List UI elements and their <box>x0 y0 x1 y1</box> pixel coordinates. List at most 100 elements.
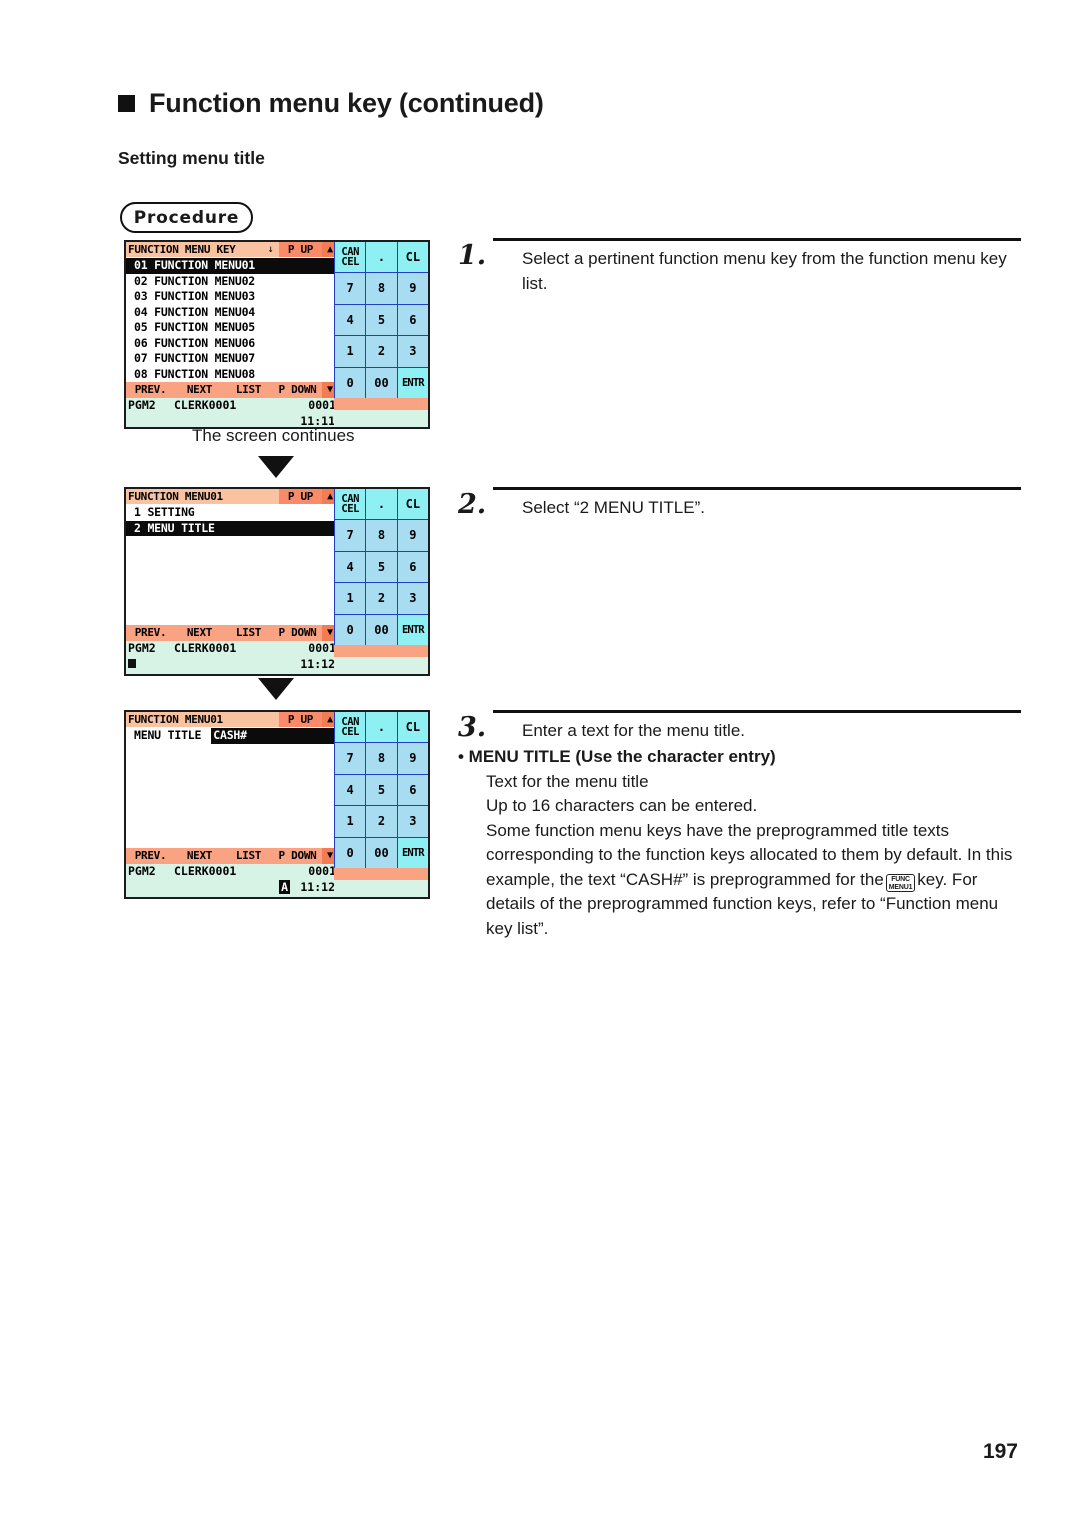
page-title-text: Function menu key (continued) <box>149 88 544 118</box>
enter-key[interactable]: ENTR <box>397 367 428 398</box>
key-9[interactable]: 9 <box>397 743 428 774</box>
menu-title-input[interactable]: CASH# <box>211 728 350 744</box>
page-down-softkey[interactable]: P DOWN <box>273 848 322 864</box>
key-6[interactable]: 6 <box>397 551 428 582</box>
list-softkey[interactable]: LIST <box>224 848 273 864</box>
page-down-softkey[interactable]: P DOWN <box>273 625 322 641</box>
menu-title-field-row[interactable]: MENU TITLE CASH# <box>126 728 350 744</box>
lcd-title: FUNCTION MENU01 <box>128 713 223 726</box>
key-00[interactable]: 00 <box>366 837 397 868</box>
page-up-softkey[interactable]: P UP <box>279 712 322 727</box>
list-item[interactable]: 03 FUNCTION MENU03 <box>126 289 338 305</box>
next-softkey[interactable]: NEXT <box>175 848 224 864</box>
key-5[interactable]: 5 <box>366 551 397 582</box>
step-rule <box>493 710 1021 713</box>
list-item[interactable]: 04 FUNCTION MENU04 <box>126 305 338 321</box>
step-number: 2. <box>458 489 487 520</box>
key-1[interactable]: 1 <box>335 806 366 837</box>
list-item[interactable]: 01 FUNCTION MENU01 <box>126 258 338 274</box>
flow-arrow-down-icon <box>258 678 294 700</box>
cancel-key[interactable]: CAN CEL <box>335 489 366 519</box>
list-item[interactable]: 1 SETTING <box>126 505 338 521</box>
step-number: 1. <box>458 240 487 271</box>
keypad-filler <box>334 398 428 410</box>
key-2[interactable]: 2 <box>366 336 397 367</box>
next-softkey[interactable]: NEXT <box>175 382 224 398</box>
lcd-title-bar: FUNCTION MENU KEY ↓ P UP ▲ <box>126 242 338 257</box>
status-mode: PGM2 <box>128 641 156 655</box>
key-3[interactable]: 3 <box>397 336 428 367</box>
key-8[interactable]: 8 <box>366 273 397 304</box>
cancel-key[interactable]: CAN CEL <box>335 712 366 742</box>
clear-key[interactable]: CL <box>397 712 428 742</box>
key-9[interactable]: 9 <box>397 520 428 551</box>
list-softkey[interactable]: LIST <box>224 625 273 641</box>
list-item[interactable]: 02 FUNCTION MENU02 <box>126 274 338 290</box>
lcd-title: FUNCTION MENU KEY <box>128 243 236 256</box>
key-1[interactable]: 1 <box>335 336 366 367</box>
lcd-screenshot-function-menu01-options: FUNCTION MENU01 P UP ▲ 1 SETTING 2 MENU … <box>124 487 430 676</box>
list-softkey[interactable]: LIST <box>224 382 273 398</box>
menu-title-note-heading: • MENU TITLE (Use the character entry) <box>458 747 776 766</box>
key-3[interactable]: 3 <box>397 806 428 837</box>
list-item[interactable]: 07 FUNCTION MENU07 <box>126 351 338 367</box>
key-5[interactable]: 5 <box>366 304 397 335</box>
clear-key[interactable]: CL <box>397 242 428 272</box>
key-0[interactable]: 0 <box>335 367 366 398</box>
lcd-display-area: FUNCTION MENU01 P UP ▲ 1 SETTING 2 MENU … <box>126 489 338 674</box>
list-item[interactable]: 06 FUNCTION MENU06 <box>126 336 338 352</box>
decimal-point-key[interactable]: . <box>366 712 397 742</box>
key-2[interactable]: 2 <box>366 806 397 837</box>
list-item[interactable]: 2 MENU TITLE <box>126 520 338 536</box>
key-6[interactable]: 6 <box>397 304 428 335</box>
key-8[interactable]: 8 <box>366 520 397 551</box>
page-down-softkey[interactable]: P DOWN <box>273 382 322 398</box>
cancel-key[interactable]: CAN CEL <box>335 242 366 272</box>
key-7[interactable]: 7 <box>335 273 366 304</box>
status-alpha-flag: A <box>279 880 290 894</box>
list-item[interactable]: 05 FUNCTION MENU05 <box>126 320 338 336</box>
list-item[interactable]: 08 FUNCTION MENU08 <box>126 367 338 383</box>
prev-softkey[interactable]: PREV. <box>126 382 175 398</box>
square-bullet-icon <box>118 95 135 112</box>
key-2[interactable]: 2 <box>366 583 397 614</box>
decimal-point-key[interactable]: . <box>366 489 397 519</box>
key-6[interactable]: 6 <box>397 774 428 805</box>
prev-softkey[interactable]: PREV. <box>126 848 175 864</box>
clear-key[interactable]: CL <box>397 489 428 519</box>
key-5[interactable]: 5 <box>366 774 397 805</box>
screen-continues-note: The screen continues <box>192 426 355 445</box>
key-7[interactable]: 7 <box>335 520 366 551</box>
lcd-list: 01 FUNCTION MENU01 02 FUNCTION MENU02 03… <box>126 257 338 382</box>
key-9[interactable]: 9 <box>397 273 428 304</box>
step-number: 3. <box>458 712 487 743</box>
status-mode: PGM2 <box>128 864 156 878</box>
key-00[interactable]: 00 <box>366 367 397 398</box>
key-4[interactable]: 4 <box>335 774 366 805</box>
key-00[interactable]: 00 <box>366 614 397 645</box>
lcd-status-bar: PGM2 CLERK0001 0001 11:11 <box>126 398 338 427</box>
numeric-keypad: CAN CEL . CL 7 8 9 4 5 6 1 2 3 0 00 ENTR <box>334 242 428 398</box>
numeric-keypad: CAN CEL . CL 7 8 9 4 5 6 1 2 3 0 00 ENTR <box>334 489 428 645</box>
prev-softkey[interactable]: PREV. <box>126 625 175 641</box>
key-0[interactable]: 0 <box>335 837 366 868</box>
arrow-down-icon[interactable]: ↓ <box>262 242 279 257</box>
decimal-point-key[interactable]: . <box>366 242 397 272</box>
page-up-softkey[interactable]: P UP <box>279 242 322 257</box>
key-4[interactable]: 4 <box>335 551 366 582</box>
lcd-display-area: FUNCTION MENU KEY ↓ P UP ▲ 01 FUNCTION M… <box>126 242 338 427</box>
enter-key[interactable]: ENTR <box>397 837 428 868</box>
menu-title-note-line1: Text for the menu title <box>486 771 649 791</box>
key-3[interactable]: 3 <box>397 583 428 614</box>
key-0[interactable]: 0 <box>335 614 366 645</box>
key-1[interactable]: 1 <box>335 583 366 614</box>
key-8[interactable]: 8 <box>366 743 397 774</box>
key-4[interactable]: 4 <box>335 304 366 335</box>
page-up-softkey[interactable]: P UP <box>279 489 322 504</box>
key-7[interactable]: 7 <box>335 743 366 774</box>
enter-key[interactable]: ENTR <box>397 614 428 645</box>
status-clerk: CLERK0001 <box>174 864 237 878</box>
next-softkey[interactable]: NEXT <box>175 625 224 641</box>
section-subtitle: Setting menu title <box>118 148 265 168</box>
page-title: Function menu key (continued) <box>118 88 544 119</box>
